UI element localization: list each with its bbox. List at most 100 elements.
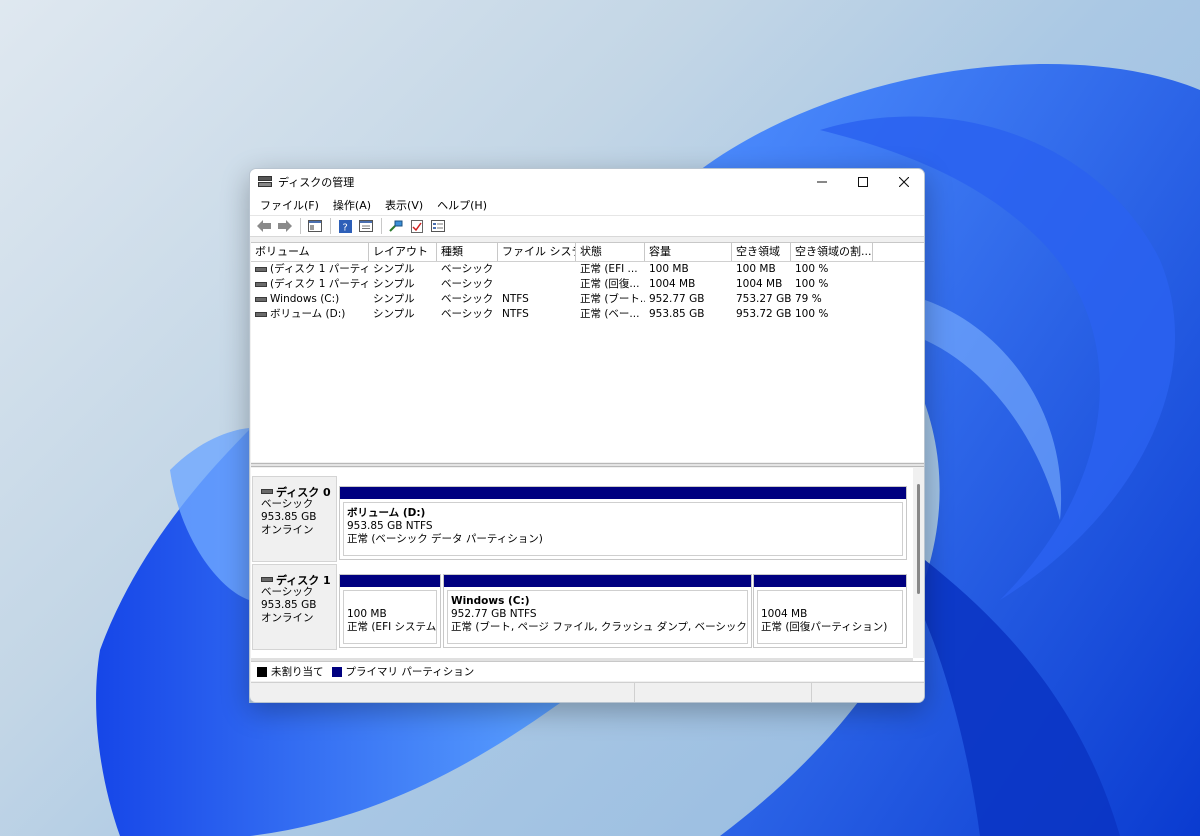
volume-cell-text: 正常 (EFI ... bbox=[580, 263, 638, 275]
disk-size: 953.85 GB bbox=[261, 599, 317, 611]
partition-block[interactable]: 1004 MB 正常 (回復パーティション) bbox=[753, 574, 907, 648]
volume-cell-text: Windows (C:) bbox=[270, 293, 340, 305]
back-button[interactable] bbox=[254, 217, 274, 235]
volume-cell-volume: Windows (C:) bbox=[251, 292, 369, 307]
svg-text:?: ? bbox=[342, 222, 347, 233]
column-header-capacity[interactable]: 容量 bbox=[645, 243, 732, 261]
settings-list-icon bbox=[431, 220, 445, 232]
disk-status: オンライン bbox=[261, 524, 314, 536]
window-title: ディスクの管理 bbox=[278, 176, 355, 189]
volume-list[interactable]: ボリューム レイアウト 種類 ファイル システム 状態 容量 空き領域 空き領域… bbox=[251, 242, 924, 462]
primary-partition-bar bbox=[754, 575, 906, 587]
help-button[interactable]: ? bbox=[335, 217, 355, 235]
disk-info-panel[interactable]: ディスク 0 ベーシック 953.85 GB オンライン bbox=[252, 476, 337, 562]
disk-type: ベーシック bbox=[261, 498, 314, 510]
volume-cell-free-percent: 79 % bbox=[791, 292, 873, 307]
close-icon bbox=[898, 177, 909, 187]
volume-cell-volume: (ディスク 1 パーティシ... bbox=[251, 277, 369, 292]
volume-cell-text: 100 % bbox=[795, 278, 829, 290]
volume-cell-text: 953.72 GB bbox=[736, 308, 791, 320]
volume-cell-text: ベーシック bbox=[441, 263, 494, 275]
maximize-button[interactable] bbox=[842, 169, 883, 195]
legend-unallocated: 未割り当て bbox=[271, 666, 324, 678]
volume-row[interactable]: Windows (C:) シンプル ベーシック NTFS 正常 (ブート... 952.7… bbox=[251, 292, 924, 307]
volume-icon bbox=[255, 266, 267, 272]
partition-status: 正常 (ブート, ページ ファイル, クラッシュ ダンプ, ベーシック データ … bbox=[451, 621, 747, 633]
volume-cell-text: ベーシック bbox=[441, 308, 494, 320]
legend: 未割り当て プライマリ パーティション bbox=[251, 661, 924, 681]
disk-icon bbox=[261, 489, 273, 494]
volume-list-header: ボリューム レイアウト 種類 ファイル システム 状態 容量 空き領域 空き領域… bbox=[251, 243, 924, 262]
volume-cell-text: 100 MB bbox=[736, 263, 776, 275]
pane-splitter[interactable] bbox=[251, 463, 924, 467]
partition-size: 953.85 GB NTFS bbox=[347, 520, 433, 532]
partition-size: 1004 MB bbox=[761, 608, 808, 620]
partition-block[interactable]: 100 MB正常 (EFI システム パ bbox=[339, 574, 441, 648]
volume-row[interactable]: (ディスク 1 パーティシ... シンプル ベーシック 正常 (EFI ... 100 … bbox=[251, 262, 924, 277]
volume-cell-free-space: 100 MB bbox=[732, 262, 791, 277]
properties-button[interactable] bbox=[356, 217, 376, 235]
volume-cell-text: 100 MB bbox=[649, 263, 689, 275]
toolbar-separator bbox=[330, 218, 331, 234]
disk-row: ディスク 0 ベーシック 953.85 GB オンライン ボリューム (D:) 953.8… bbox=[251, 476, 913, 562]
volume-row[interactable]: ボリューム (D:) シンプル ベーシック NTFS 正常 (ベー... 953.85 G… bbox=[251, 307, 924, 322]
volume-cell-text: 79 % bbox=[795, 293, 822, 305]
vertical-scrollbar[interactable] bbox=[913, 468, 924, 658]
partition-block[interactable]: Windows (C:) 952.77 GB NTFS 正常 (ブート, ページ フ… bbox=[443, 574, 752, 648]
volume-cell-free-space: 1004 MB bbox=[732, 277, 791, 292]
volume-cell-layout: シンプル bbox=[369, 292, 437, 307]
volume-cell-free-percent: 100 % bbox=[791, 262, 873, 277]
check-button[interactable] bbox=[407, 217, 427, 235]
volume-cell-text: 753.27 GB bbox=[736, 293, 791, 305]
volume-cell-status: 正常 (回復... bbox=[576, 277, 645, 292]
partition-block[interactable]: ボリューム (D:) 953.85 GB NTFS 正常 (ベーシック データ パー… bbox=[339, 486, 907, 560]
volume-list-rows: (ディスク 1 パーティシ...シンプルベーシック正常 (EFI ...100 … bbox=[251, 262, 924, 322]
show-hide-console-tree-button[interactable] bbox=[305, 217, 325, 235]
column-header-free-percent[interactable]: 空き領域の割... bbox=[791, 243, 873, 261]
volume-cell-capacity: 953.85 GB bbox=[645, 307, 732, 322]
column-header-status[interactable]: 状態 bbox=[576, 243, 645, 261]
close-button[interactable] bbox=[883, 169, 924, 195]
toolbar: ? bbox=[250, 215, 924, 237]
volume-cell-text: 953.85 GB bbox=[649, 308, 705, 320]
menu-view[interactable]: 表示(V) bbox=[378, 197, 430, 213]
menu-action[interactable]: 操作(A) bbox=[326, 197, 378, 213]
volume-cell-layout: シンプル bbox=[369, 307, 437, 322]
minimize-icon bbox=[816, 181, 827, 183]
volume-cell-text: 100 % bbox=[795, 308, 829, 320]
volume-cell-text: シンプル bbox=[373, 263, 415, 275]
column-header-filesystem[interactable]: ファイル システム bbox=[498, 243, 576, 261]
volume-cell-status: 正常 (EFI ... bbox=[576, 262, 645, 277]
title-bar[interactable]: ディスクの管理 bbox=[250, 169, 924, 195]
partition-name: Windows (C:) bbox=[451, 595, 530, 607]
volume-cell-text: 正常 (回復... bbox=[580, 278, 640, 290]
legend-primary-partition: プライマリ パーティション bbox=[345, 666, 475, 678]
connect-icon bbox=[389, 220, 403, 232]
forward-arrow-icon bbox=[278, 220, 292, 232]
settings-button[interactable] bbox=[428, 217, 448, 235]
primary-partition-bar bbox=[340, 487, 906, 499]
volume-cell-text: NTFS bbox=[502, 293, 529, 305]
partition-size: 100 MB bbox=[347, 608, 387, 620]
volume-cell-text: ベーシック bbox=[441, 278, 494, 290]
column-header-layout[interactable]: レイアウト bbox=[369, 243, 437, 261]
volume-cell-capacity: 100 MB bbox=[645, 262, 732, 277]
volume-cell-volume: ボリューム (D:) bbox=[251, 307, 369, 322]
volume-cell-text: ベーシック bbox=[441, 293, 494, 305]
volume-cell-text: ボリューム (D:) bbox=[270, 308, 346, 320]
scrollbar-thumb[interactable] bbox=[917, 484, 920, 594]
connect-button[interactable] bbox=[386, 217, 406, 235]
forward-button[interactable] bbox=[275, 217, 295, 235]
column-header-volume[interactable]: ボリューム bbox=[251, 243, 369, 261]
column-header-type[interactable]: 種類 bbox=[437, 243, 498, 261]
menu-help[interactable]: ヘルプ(H) bbox=[430, 197, 494, 213]
column-header-free-space[interactable]: 空き領域 bbox=[732, 243, 791, 261]
back-arrow-icon bbox=[257, 220, 271, 232]
volume-cell-text: 952.77 GB bbox=[649, 293, 705, 305]
disk-info-panel[interactable]: ディスク 1 ベーシック 953.85 GB オンライン bbox=[252, 564, 337, 650]
volume-row[interactable]: (ディスク 1 パーティシ... シンプル ベーシック 正常 (回復... 1004 M… bbox=[251, 277, 924, 292]
menu-file[interactable]: ファイル(F) bbox=[253, 197, 326, 213]
disk-name: ディスク 0 bbox=[261, 485, 336, 499]
minimize-button[interactable] bbox=[801, 169, 842, 195]
volume-cell-free-space: 953.72 GB bbox=[732, 307, 791, 322]
